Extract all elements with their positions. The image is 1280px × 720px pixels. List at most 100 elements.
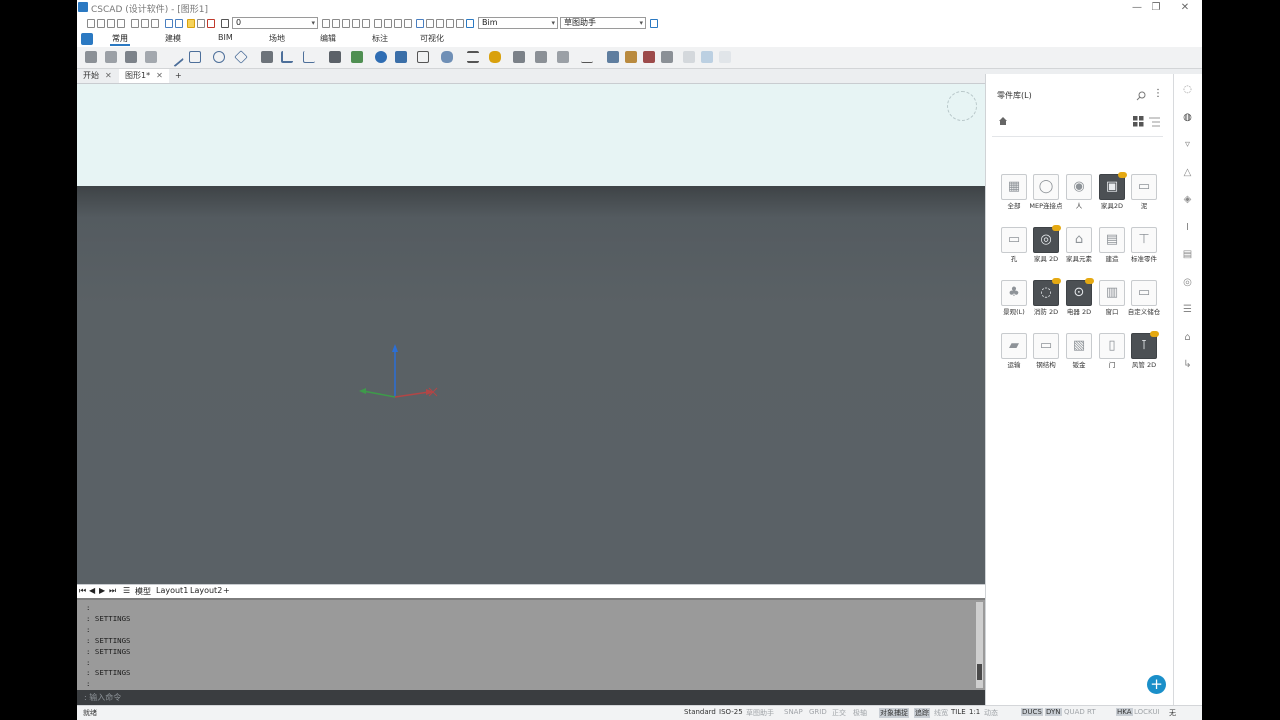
status-toggle[interactable]: HKA — [1116, 708, 1133, 716]
settings-icon[interactable]: ☰ — [1182, 304, 1193, 315]
part-tile[interactable]: ◌ — [1033, 278, 1061, 306]
command-history-line: : SETTINGS — [86, 646, 131, 656]
part-tile[interactable]: ▣ — [1099, 172, 1127, 200]
layout-tab-layout2[interactable]: Layout2 — [190, 586, 222, 595]
bulb-active-icon[interactable]: ◍ — [1182, 112, 1193, 123]
add-part-button[interactable]: + — [1147, 675, 1166, 694]
home-icon[interactable] — [998, 116, 1008, 126]
command-history-line: : — [86, 657, 91, 667]
warning-icon[interactable]: △ — [1182, 167, 1193, 178]
status-toggle: Standard — [684, 708, 716, 716]
status-toggle[interactable]: SNAP — [784, 708, 803, 716]
part-tile[interactable]: ◉ — [1066, 174, 1092, 200]
new-badge-icon — [1052, 225, 1061, 231]
first-layout-button[interactable]: ⏮ — [79, 586, 86, 596]
scrollbar-thumb[interactable] — [977, 664, 982, 680]
new-badge-icon — [1150, 331, 1159, 337]
part-tile[interactable]: ▦ — [1001, 174, 1027, 200]
command-history-line: : — [86, 679, 91, 689]
search-icon[interactable] — [1136, 91, 1146, 101]
layers-icon[interactable]: ◈ — [1182, 194, 1193, 205]
bulb-icon[interactable]: ◌ — [1182, 84, 1193, 95]
door-icon: ▯ — [1108, 338, 1116, 353]
status-toggle[interactable]: 正交 — [832, 708, 846, 718]
part-tile[interactable]: ⊤ — [1131, 227, 1157, 253]
people-icon: ◉ — [1073, 179, 1085, 194]
layout-list-icon[interactable]: ☰ — [123, 586, 130, 595]
status-toggle[interactable]: RT — [1087, 708, 1096, 716]
sheet-icon: ▧ — [1072, 338, 1086, 353]
maximize-button[interactable]: ❐ — [1148, 1, 1164, 14]
part-tile-label: 钣金 — [1072, 361, 1086, 369]
more-icon[interactable]: ⋮ — [1153, 89, 1163, 99]
close-window-button[interactable]: ✕ — [1177, 1, 1193, 14]
command-scrollbar[interactable] — [976, 602, 983, 688]
part-tile[interactable]: ▰ — [1001, 333, 1027, 359]
globe-icon[interactable]: ◎ — [1182, 277, 1193, 288]
lamp-icon[interactable]: ▿ — [1182, 139, 1193, 150]
part-tile-label: 景观(L) — [1003, 308, 1025, 316]
grid-view-icon[interactable] — [1133, 116, 1144, 127]
layout-tab-model[interactable]: 模型 — [135, 586, 151, 597]
window-icon: ▥ — [1105, 285, 1119, 300]
status-toggle[interactable]: LOCKUI — [1134, 708, 1160, 716]
folder-icon: ▭ — [1137, 179, 1151, 194]
stairs-icon[interactable]: ↳ — [1182, 359, 1193, 370]
status-toggle[interactable]: 追踪 — [914, 708, 930, 718]
part-tile[interactable]: ▭ — [1001, 227, 1027, 253]
status-toggle[interactable]: 草图助手 — [746, 708, 774, 718]
part-tile[interactable]: ▭ — [1033, 333, 1059, 359]
part-tile[interactable]: ⌂ — [1066, 227, 1092, 253]
status-toggle[interactable]: 极轴 — [853, 708, 867, 718]
grid-icon: ▦ — [1007, 179, 1021, 194]
part-tile[interactable]: ▧ — [1066, 333, 1092, 359]
part-tile-label: 窗口 — [1105, 308, 1119, 316]
ucs-axis-icon — [359, 344, 438, 398]
part-tile[interactable]: ▯ — [1099, 333, 1125, 359]
command-history-lines: :: SETTINGS:: SETTINGS: SETTINGS:: SETTI… — [86, 603, 131, 690]
status-toggle[interactable]: DYN — [1045, 708, 1062, 716]
command-prompt: : 输入命令 — [84, 693, 122, 702]
add-layout-button[interactable]: + — [223, 586, 230, 595]
status-toggle[interactable]: 对象捕捉 — [879, 708, 909, 718]
command-history-line: : SETTINGS — [86, 613, 131, 623]
parts-library-panel: 零件库(L) ⋮ ▦ 全部 ◯ MEP连接点 ◉ 人 ▣ 家具2D ▭ 泥 ▭ 孔 ◎ 家具 2D ⌂ 家具元… — [985, 74, 1173, 705]
status-toggle[interactable]: GRID — [809, 708, 827, 716]
command-input[interactable]: : 输入命令 — [77, 690, 985, 705]
part-tile-label: 家具2D — [1100, 202, 1124, 210]
status-toggle[interactable]: DUCS — [1021, 708, 1043, 716]
command-history-line: : SETTINGS — [86, 635, 131, 645]
part-tile-label: 人 — [1075, 202, 1083, 210]
panel-icon[interactable]: ▤ — [1182, 249, 1193, 260]
part-tile[interactable]: ▭ — [1131, 174, 1157, 200]
house-icon[interactable]: ⌂ — [1182, 332, 1193, 343]
part-tile[interactable]: ◎ — [1033, 225, 1061, 253]
last-layout-button[interactable]: ⏭ — [109, 586, 116, 596]
minimize-button[interactable]: — — [1129, 1, 1145, 14]
part-tile[interactable]: ◯ — [1033, 174, 1059, 200]
part-tile-label: 风管 2D — [1131, 361, 1157, 369]
layout-tab-layout1[interactable]: Layout1 — [156, 586, 188, 595]
previous-layout-button[interactable]: ◀ — [89, 586, 95, 595]
beam-icon[interactable]: Ⅰ — [1182, 222, 1193, 233]
part-tile[interactable]: ⊙ — [1066, 278, 1094, 306]
block-icon: ▤ — [1105, 232, 1119, 247]
lamp-icon: ◎ — [1040, 232, 1052, 247]
part-tile[interactable]: ♣ — [1001, 280, 1027, 306]
part-tile[interactable]: ▥ — [1099, 280, 1125, 306]
status-toggle[interactable]: 动态 — [984, 708, 998, 718]
list-view-icon[interactable] — [1149, 116, 1160, 127]
part-tile[interactable]: ⊺ — [1131, 331, 1159, 359]
status-toggle[interactable]: QUAD — [1064, 708, 1085, 716]
next-layout-button[interactable]: ▶ — [99, 586, 105, 595]
folder-icon: ▭ — [1007, 232, 1021, 247]
part-tile[interactable]: ▭ — [1131, 280, 1157, 306]
part-tile-label: 钢结构 — [1036, 361, 1056, 369]
status-toggle[interactable]: 线宽 — [934, 708, 948, 718]
part-tile-label: 全部 — [1007, 202, 1021, 210]
part-tile-label: 运输 — [1007, 361, 1021, 369]
part-tile[interactable]: ▤ — [1099, 227, 1125, 253]
bolt-icon: ⊤ — [1138, 232, 1150, 247]
part-tile-label: 家具元素 — [1066, 255, 1092, 263]
furniture-icon: ▣ — [1105, 179, 1119, 194]
